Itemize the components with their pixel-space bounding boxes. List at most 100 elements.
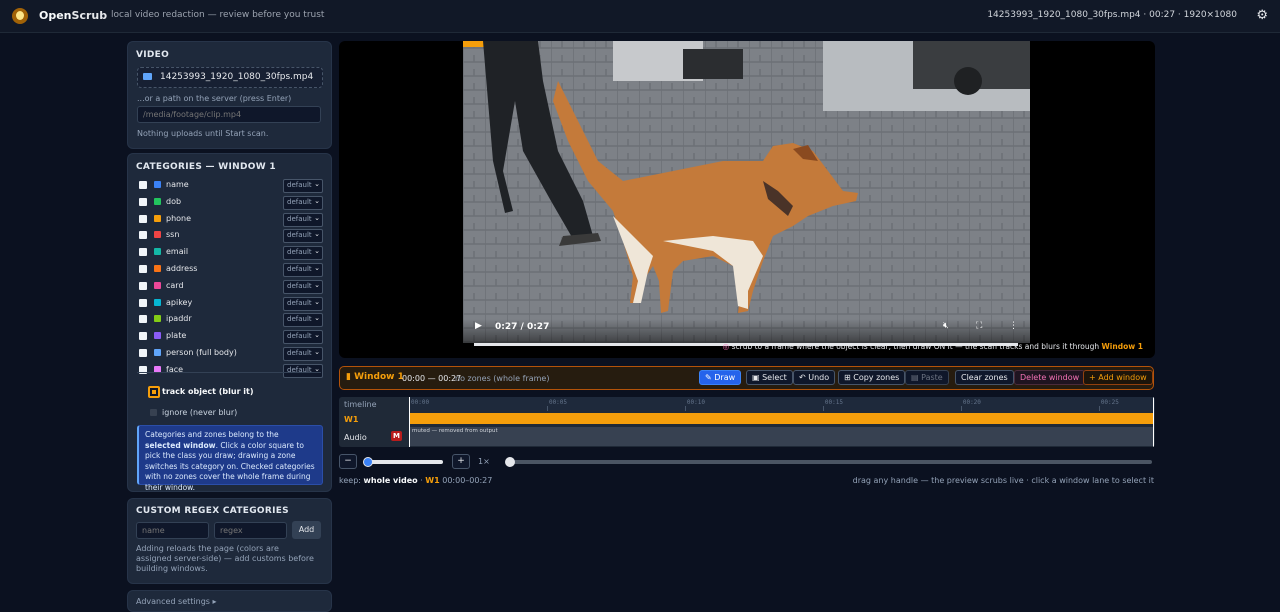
audio-lane: muted — removed from output [409, 427, 1154, 446]
category-color-swatch[interactable] [154, 332, 161, 340]
add-regex-button[interactable]: Add [292, 521, 321, 539]
play-icon[interactable]: ▶ [475, 321, 482, 331]
timeline-tick-mark [546, 406, 548, 411]
mute-icon[interactable]: 🔇︎ [943, 321, 949, 331]
hint-window: Window 1 [1101, 342, 1143, 351]
category-mode-value: default [287, 181, 312, 189]
category-checkbox[interactable] [139, 265, 147, 273]
category-row: dob default ⌄ [139, 195, 327, 210]
chevron-down-icon: ⌄ [314, 280, 320, 289]
category-mode-select[interactable]: default ⌄ [283, 229, 323, 244]
category-checkbox[interactable] [139, 349, 147, 357]
category-color-swatch[interactable] [154, 281, 161, 289]
category-color-swatch[interactable] [154, 349, 161, 356]
start-handle[interactable] [409, 397, 410, 447]
zoom-slider[interactable] [366, 460, 443, 464]
ignore-swatch[interactable] [150, 409, 157, 416]
category-mode-select[interactable]: default ⌄ [283, 279, 323, 294]
chevron-down-icon: ⌄ [314, 196, 320, 205]
timeline-scroll-knob[interactable] [505, 457, 515, 467]
select-button[interactable]: ▣ Select [746, 370, 793, 385]
draw-button[interactable]: ✎ Draw [699, 370, 742, 385]
timeline-scroll-slider[interactable] [508, 460, 1152, 464]
w1-lane[interactable] [409, 413, 1154, 424]
category-mode-select[interactable]: default ⌄ [283, 195, 323, 210]
chevron-down-icon: ⌄ [314, 314, 320, 323]
timeline-ruler[interactable]: 00:00 00:05 00:10 00:15 00:20 00:25 [409, 397, 1155, 411]
playback-rate: 1× [478, 457, 490, 466]
category-mode-value: default [287, 315, 312, 324]
regex-name-input[interactable] [136, 522, 209, 539]
category-checkbox[interactable] [139, 248, 147, 257]
advanced-settings-toggle[interactable]: Advanced settings ▸ [136, 597, 217, 606]
window-range: 00:00 — 00:27 [402, 374, 462, 383]
category-color-swatch[interactable] [154, 214, 161, 222]
advanced-settings-panel[interactable]: Advanced settings ▸ [127, 590, 332, 612]
clear-zones-button[interactable]: Clear zones [955, 370, 1014, 385]
category-checkbox[interactable] [139, 214, 147, 223]
selected-file-name: 14253993_1920_1080_30fps.mp4 [160, 72, 314, 82]
category-color-swatch[interactable] [154, 181, 161, 188]
server-path-input[interactable] [137, 106, 321, 123]
category-row: ipaddr default ⌄ [139, 313, 327, 328]
muted-badge[interactable]: M [391, 431, 402, 441]
regex-pattern-input[interactable] [214, 522, 287, 539]
category-checkbox[interactable] [139, 332, 147, 341]
paste-button[interactable]: ▤ Paste [905, 370, 949, 385]
video-file-picker[interactable]: 14253993_1920_1080_30fps.mp4 [137, 67, 323, 88]
category-color-swatch[interactable] [154, 197, 161, 205]
category-mode-value: default [287, 349, 312, 357]
timeline-tick: 00:20 [962, 399, 981, 406]
category-mode-select[interactable]: default ⌄ [283, 212, 323, 227]
video-player[interactable]: ▶ 0:27 / 0:27 🔇︎ ⛶ ⋮ ◎ scrub to a frame … [339, 41, 1155, 358]
category-mode-select[interactable]: default ⌄ [283, 296, 323, 311]
zoom-slider-knob[interactable] [363, 457, 373, 467]
category-checkbox[interactable] [139, 197, 147, 206]
category-mode-select[interactable]: default ⌄ [283, 347, 323, 361]
app-tagline: local video redaction — review before yo… [111, 10, 325, 20]
track-color-swatch[interactable] [148, 386, 160, 398]
timeline-tick-mark [684, 406, 686, 411]
timeline[interactable]: timeline 00:00 00:05 00:10 00:15 00:20 00:25 … [339, 397, 1155, 447]
track-object-label[interactable]: track object (blur it) [162, 387, 254, 396]
category-checkbox[interactable] [139, 281, 147, 290]
category-mode-select[interactable]: default ⌄ [283, 313, 323, 328]
current-file-info: 14253993_1920_1080_30fps.mp4 · 00:27 · 1… [987, 10, 1237, 20]
chevron-down-icon: ⌄ [314, 230, 320, 239]
category-mode-select[interactable]: default ⌄ [283, 330, 323, 345]
delete-window-button[interactable]: Delete window [1014, 370, 1086, 385]
category-checkbox[interactable] [139, 231, 147, 240]
end-handle[interactable] [1153, 397, 1154, 447]
category-mode-select[interactable]: default ⌄ [283, 246, 323, 261]
add-window-button[interactable]: + Add window [1083, 370, 1153, 385]
brand-open: Open [39, 9, 72, 22]
keep-window: W1 [425, 476, 440, 485]
server-path-label: ...or a path on the server (press Enter) [137, 94, 292, 103]
category-checkbox[interactable] [139, 298, 147, 307]
app-logo [12, 8, 28, 24]
category-checkbox[interactable] [139, 315, 147, 324]
copy-zones-button[interactable]: ⊞ Copy zones [838, 370, 906, 385]
category-checkbox[interactable] [139, 181, 147, 189]
category-color-swatch[interactable] [154, 231, 161, 239]
video-frame [463, 41, 1030, 343]
ignore-label[interactable]: ignore (never blur) [162, 408, 237, 417]
category-color-swatch[interactable] [154, 248, 161, 256]
video-frame-image [463, 41, 1030, 343]
category-color-swatch[interactable] [154, 265, 161, 272]
category-mode-select[interactable]: default ⌄ [283, 263, 323, 277]
gear-icon[interactable]: ⚙ [1256, 8, 1268, 23]
fullscreen-icon[interactable]: ⛶ [976, 321, 982, 331]
divider [137, 372, 321, 373]
category-mode-select[interactable]: default ⌄ [283, 363, 323, 378]
keep-prefix: keep: [339, 476, 361, 485]
category-row: apikey default ⌄ [139, 296, 327, 311]
category-color-swatch[interactable] [154, 315, 161, 323]
zoom-in-button[interactable]: + [452, 454, 470, 469]
category-mode-select[interactable]: default ⌄ [283, 179, 323, 193]
zoom-out-button[interactable]: − [339, 454, 357, 469]
more-options-icon[interactable]: ⋮ [1009, 321, 1018, 331]
undo-button[interactable]: ↶ Undo [793, 370, 836, 385]
film-icon [143, 73, 152, 80]
category-color-swatch[interactable] [154, 298, 161, 306]
